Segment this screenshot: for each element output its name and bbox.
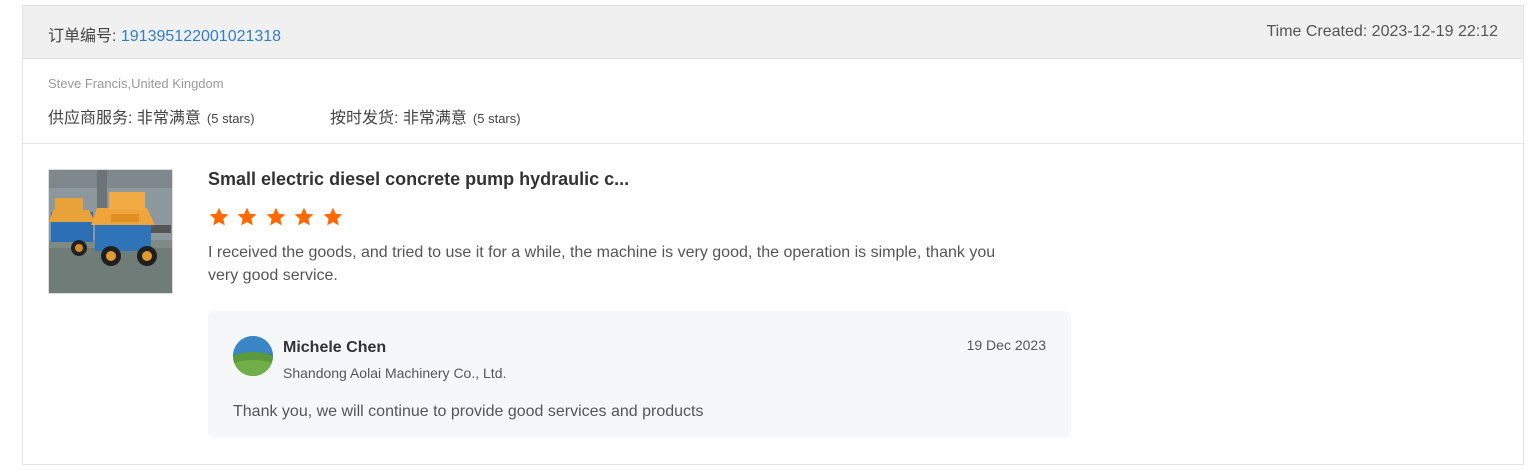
on-time-shipping-rating: 按时发货: 非常满意 (5 stars) bbox=[330, 104, 521, 128]
buyer-info: Steve Francis,United Kingdom bbox=[48, 76, 224, 91]
star-icon bbox=[323, 207, 343, 226]
review-card: 订单编号: 191395122001021318 Time Created: 2… bbox=[22, 5, 1524, 465]
order-number-label: 订单编号: bbox=[48, 28, 121, 45]
on-time-shipping-label: 按时发货: 非常满意 bbox=[330, 110, 467, 127]
order-number-row: 订单编号: 191395122001021318 bbox=[48, 22, 281, 46]
avatar-image bbox=[233, 336, 273, 376]
product-image-illustration bbox=[49, 170, 172, 293]
product-image[interactable] bbox=[48, 169, 173, 294]
supplier-service-label: 供应商服务: 非常满意 bbox=[48, 110, 201, 127]
supplier-service-rating: 供应商服务: 非常满意 (5 stars) bbox=[48, 104, 255, 128]
divider bbox=[23, 143, 1523, 144]
reply-text: Thank you, we will continue to provide g… bbox=[233, 403, 704, 420]
supplier-reply: Michele Chen Shandong Aolai Machinery Co… bbox=[208, 311, 1071, 438]
replier-company: Shandong Aolai Machinery Co., Ltd. bbox=[283, 365, 507, 381]
avatar bbox=[233, 336, 273, 376]
order-number-link[interactable]: 191395122001021318 bbox=[121, 28, 281, 45]
supplier-service-stars: (5 stars) bbox=[206, 111, 255, 126]
product-title[interactable]: Small electric diesel concrete pump hydr… bbox=[208, 169, 768, 190]
replier-name: Michele Chen bbox=[283, 339, 387, 356]
time-created: Time Created: 2023-12-19 22:12 bbox=[1266, 23, 1498, 40]
star-icon bbox=[266, 207, 286, 226]
star-icon bbox=[295, 207, 314, 226]
product-rating-stars bbox=[208, 206, 346, 230]
reply-date: 19 Dec 2023 bbox=[966, 337, 1046, 353]
star-icon bbox=[238, 207, 257, 226]
review-text: I received the goods, and tried to use i… bbox=[208, 244, 996, 284]
on-time-shipping-stars: (5 stars) bbox=[472, 111, 521, 126]
star-icon bbox=[209, 207, 229, 226]
order-header: 订单编号: 191395122001021318 Time Created: 2… bbox=[23, 6, 1523, 59]
